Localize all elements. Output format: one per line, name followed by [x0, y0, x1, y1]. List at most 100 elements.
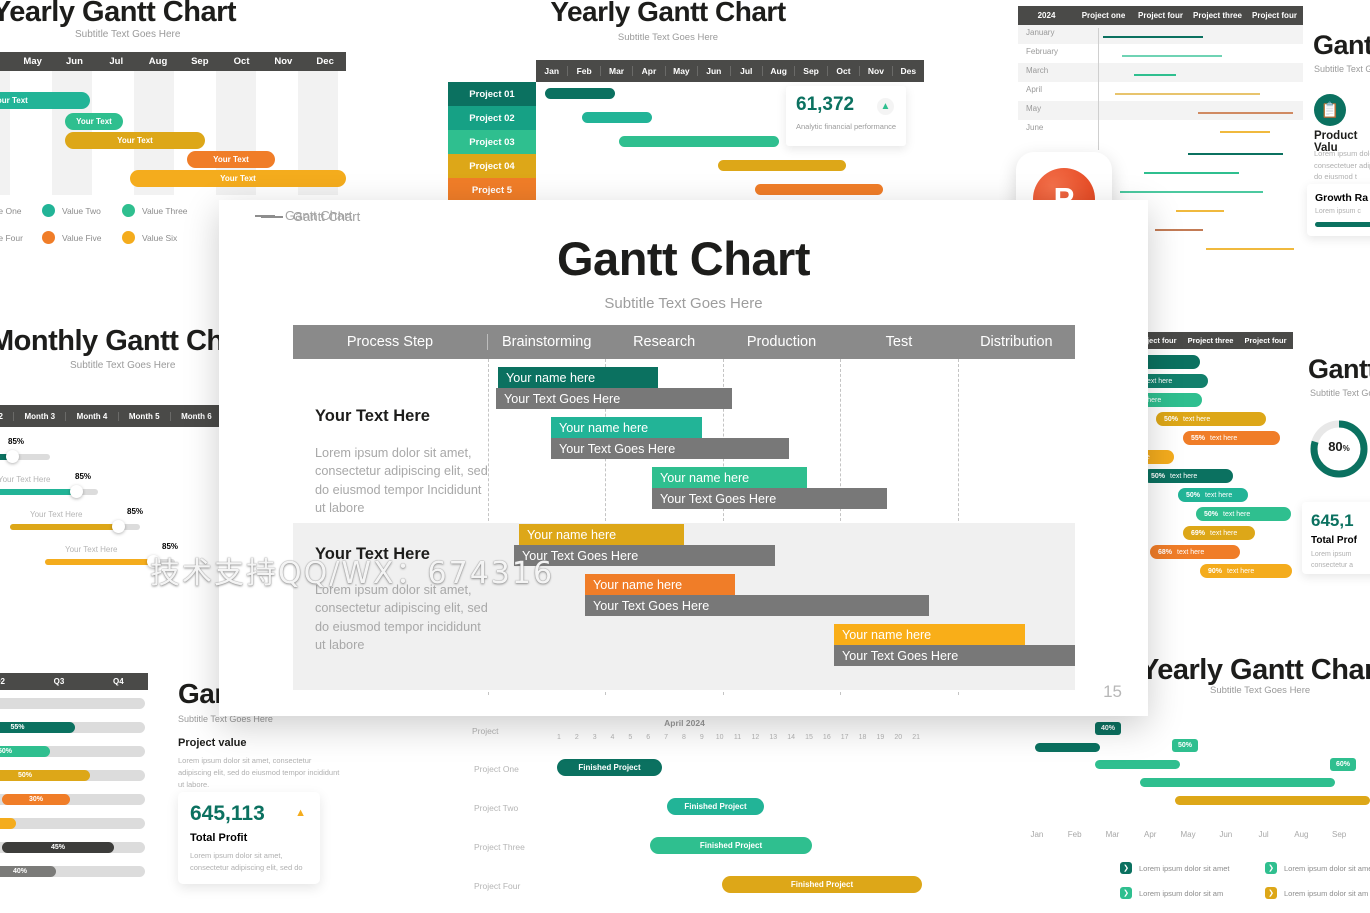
task-name-bar[interactable]: Your name here	[834, 624, 1025, 645]
gantt-bar[interactable]	[619, 136, 779, 147]
timeline-bar[interactable]	[1115, 93, 1260, 95]
timeline-bar[interactable]	[1188, 153, 1283, 155]
percent-bar[interactable]: 50% text here	[1178, 488, 1248, 502]
task-name-bar[interactable]: Your name here	[551, 417, 702, 438]
project-label[interactable]: Project 02	[448, 106, 536, 130]
timeline-bar[interactable]	[1144, 172, 1239, 174]
month-tick: Feb	[1067, 830, 1082, 839]
gantt-chart-area: Your Text Here Lorem ipsum dolor sit ame…	[293, 359, 1075, 695]
task-text-bar[interactable]: Your Text Goes Here	[585, 595, 929, 616]
section-heading: Your Text Here	[315, 545, 430, 563]
task-text-bar[interactable]: Your Text Goes Here	[551, 438, 789, 459]
task-name-bar[interactable]: Your name here	[652, 467, 807, 488]
gantt-bar[interactable]	[755, 184, 883, 195]
percent-bar[interactable]: 50%	[0, 746, 50, 757]
slide-title: Yearly Gantt Chart	[550, 0, 786, 27]
gantt-bar[interactable]	[582, 112, 652, 123]
slide-subtitle: Subtitle Text Go	[1314, 64, 1370, 74]
process-header-row: Process Step Brainstorming Research Prod…	[293, 325, 1075, 359]
timeline-bar[interactable]	[1103, 36, 1203, 38]
task-text-bar[interactable]: Your Text Goes Here	[652, 488, 887, 509]
month-tick: Jul	[1258, 830, 1269, 839]
progress-handle[interactable]	[70, 485, 83, 498]
task-text-bar[interactable]: Your Text Goes Here	[496, 388, 732, 409]
percent-bar[interactable]: 50% text here	[1143, 469, 1233, 483]
timeline-bar[interactable]	[1120, 191, 1263, 193]
percent-bar[interactable]: 55% text here	[1183, 431, 1280, 445]
kpi-label: Total Profit	[190, 832, 248, 844]
gantt-bar[interactable]: Your Text	[65, 132, 205, 149]
gantt-bar[interactable]	[718, 160, 846, 171]
timeline-bar[interactable]	[1155, 229, 1203, 231]
percent-bar[interactable]: 68% text here	[1150, 545, 1240, 559]
month-cell: Month 3	[14, 411, 67, 421]
project-label[interactable]: Project 01	[448, 82, 536, 106]
month-cell: Jul	[731, 66, 763, 76]
timeline-bar[interactable]	[1198, 112, 1293, 114]
background-slide-mid-right[interactable]: Project four Project three Project four …	[1128, 330, 1370, 590]
legend-item: Value Six	[122, 231, 177, 244]
legend-item: Value Five	[42, 231, 102, 244]
timeline-bar[interactable]	[1206, 248, 1294, 250]
background-slide-top-center[interactable]: Yearly Gantt Chart Subtitle Text Goes He…	[388, 0, 948, 202]
project-col: Project three	[1187, 336, 1234, 345]
percent-bar[interactable]: 69% text here	[1183, 526, 1255, 540]
percent-bar[interactable]: 40%	[0, 866, 56, 877]
task-name-bar[interactable]: Your name here	[498, 367, 658, 388]
timeline-bar[interactable]	[1122, 55, 1222, 57]
progress-handle[interactable]	[6, 450, 19, 463]
gantt-bar[interactable]	[1095, 760, 1180, 769]
gantt-bar[interactable]	[545, 88, 615, 99]
percent-label: text here	[1145, 377, 1173, 385]
page-title: Gantt Chart	[557, 232, 811, 285]
percent-bar[interactable]: 30%	[2, 794, 70, 805]
project-label[interactable]: Project 5	[448, 178, 536, 202]
task-text-bar[interactable]: Your Text Goes Here	[514, 545, 775, 566]
gantt-bar[interactable]	[1175, 796, 1370, 805]
gantt-bar[interactable]: Your Text	[65, 113, 123, 130]
project-label-text: Project 01	[469, 88, 515, 100]
progress-handle[interactable]	[147, 555, 160, 568]
gantt-bar[interactable]	[1035, 743, 1100, 752]
project-label[interactable]: Project 03	[448, 130, 536, 154]
percent-bar[interactable]: 90% text here	[1200, 564, 1292, 578]
gantt-bar[interactable]: Your Text	[130, 170, 346, 187]
background-slide-bottom-left[interactable]: Q2 Q3 Q4 55% 50% 50% 30% 50% 45% 40%	[0, 660, 150, 913]
gantt-bar-label: Finished Project	[699, 841, 763, 850]
percent-bar[interactable]: 45%	[2, 842, 114, 853]
legend-label: Lorem ipsum dolor sit am	[1139, 888, 1224, 898]
gantt-bar[interactable]: Finished Project	[667, 798, 764, 815]
month-cell: Jan	[536, 66, 569, 76]
progress-row[interactable]: t Here 85%	[0, 437, 60, 463]
tooltip-value: 40%	[1101, 725, 1116, 732]
percent-bar[interactable]: 50% text here	[1196, 507, 1291, 521]
gantt-bar[interactable]: Finished Project	[557, 759, 662, 776]
percent-bar[interactable]: 50%	[0, 770, 90, 781]
task-text-label: Your Text Goes Here	[593, 598, 710, 613]
main-slide[interactable]: Gantt Chart Gantt Chart Subtitle Text Go…	[219, 200, 1148, 716]
timeline-bar[interactable]	[1220, 131, 1270, 133]
percent-bar[interactable]: 50% text here	[1156, 412, 1266, 426]
percent-bar[interactable]: 55%	[0, 722, 75, 733]
task-text-bar[interactable]: Your Text Goes Here	[834, 645, 1075, 666]
legend-label: Lorem ipsum dolor sit amet	[1139, 863, 1230, 873]
gantt-bar[interactable]: Your Text	[0, 92, 90, 109]
task-name-bar[interactable]: Your name here	[585, 574, 735, 595]
gantt-bar[interactable]: Your Text	[187, 151, 275, 168]
gantt-bar[interactable]: Finished Project	[650, 837, 812, 854]
progress-handle[interactable]	[112, 520, 125, 533]
month-cell: Apr	[633, 66, 666, 76]
slide-title: Yearly Gantt Chart	[1140, 654, 1370, 686]
background-slide-bottom-center[interactable]: Project April 2024 1 2 3 4 5 6 7 8 9 10 …	[412, 714, 957, 913]
task-name-bar[interactable]: Your name here	[519, 524, 684, 545]
timeline-bar[interactable]	[1134, 74, 1176, 76]
legend-dot-icon	[122, 204, 135, 217]
timeline-bar[interactable]	[1176, 210, 1224, 212]
percent-label: text here	[1210, 434, 1238, 442]
percent-bar[interactable]: 50%	[0, 818, 16, 829]
gantt-bar[interactable]	[1140, 778, 1335, 787]
gantt-bar[interactable]: Finished Project	[722, 876, 922, 893]
project-label[interactable]: Project 04	[448, 154, 536, 178]
percent-value: 50%	[1186, 491, 1201, 499]
row-label: Project Three	[474, 842, 525, 852]
